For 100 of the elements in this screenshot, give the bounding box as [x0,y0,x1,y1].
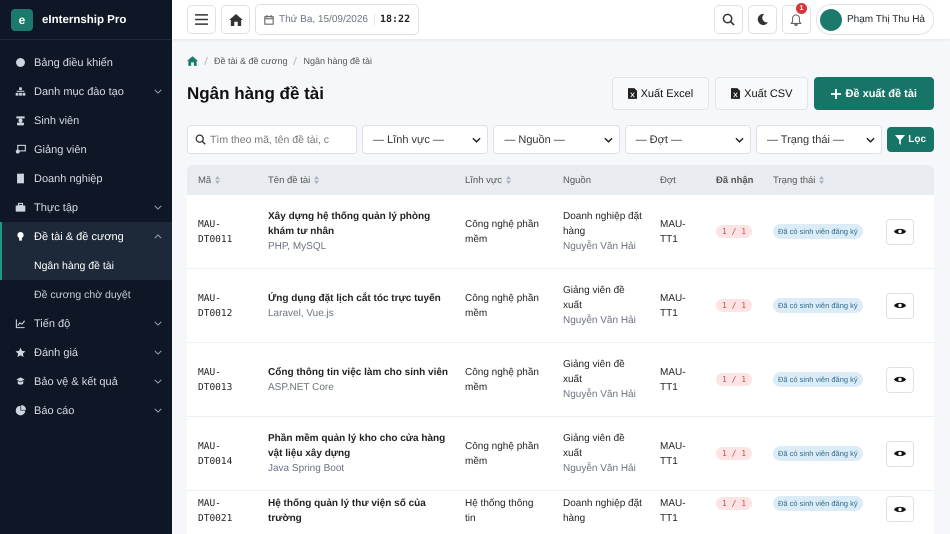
sort-icon [506,176,511,184]
eye-icon [894,375,906,384]
app-name: eInternship Pro [42,14,126,26]
topic-field: Công nghệ phần mềm [465,440,539,466]
view-button[interactable] [886,366,914,392]
received-count: 1 / 1 [716,447,752,460]
batch-code: MAU-TT1 [660,498,686,524]
home-button[interactable] [221,5,250,34]
lecturer-name: Nguyễn Văn Hải [563,387,637,402]
lecturer-name: Nguyễn Văn Hải [563,313,637,328]
filter-dropdown[interactable]: — Lĩnh vực — [362,125,488,154]
sort-icon [314,176,320,184]
topic-technology: ASP.NET Core [268,380,335,394]
search-field[interactable]: Tìm theo mã, tên đề tài, c [187,125,357,154]
file-icon [628,88,637,99]
chevron-up-icon [154,234,162,239]
sidebar-item[interactable]: Đánh giá [0,338,172,367]
breadcrumb-item: Ngân hàng đề tài [303,56,372,66]
topic-field: Công nghệ phần mềm [465,218,539,244]
view-button[interactable] [886,292,914,318]
column-header: Đã nhận [716,174,754,186]
received-count: 1 / 1 [716,373,752,386]
avatar-icon [820,8,842,30]
file-icon [731,88,740,99]
pie-icon [15,405,26,416]
filter-dropdown[interactable]: — Nguồn — [493,125,620,154]
home-icon [187,56,198,66]
sidebar-item[interactable]: Sinh viên [0,106,172,135]
menu-button[interactable] [187,5,216,34]
date-text: Thứ Ba, 15/09/2026 [279,14,375,25]
filter-dropdown[interactable]: — Trạng thái — [756,125,882,154]
topic-title: Cổng thông tin việc làm cho sinh viên [268,366,448,380]
propose-topic-button[interactable]: Đề xuất đề tài [814,77,934,110]
column-header[interactable]: Lĩnh vực [465,174,511,186]
search-button[interactable] [714,5,743,34]
sidebar-item[interactable]: Đề tài & đề cương [0,222,172,251]
received-count: 1 / 1 [716,497,752,510]
received-count: 1 / 1 [716,299,752,312]
chevron-down-icon [154,379,162,384]
topic-code: MAU-DT0013 [198,366,234,394]
topic-source: Giảng viên đề xuất [563,432,626,461]
topic-technology: Laravel, Vue.js [268,306,335,320]
calendar-icon [264,14,274,24]
time-text: 18:22 [380,14,410,25]
eye-icon [894,449,906,458]
home-icon [228,14,242,26]
sidebar-item[interactable]: Báo cáo [0,396,172,425]
export-csv-button[interactable]: Xuất CSV [715,77,808,110]
sidebar-subitem[interactable]: Đề cương chờ duyệt [0,280,172,309]
eye-icon [894,227,906,236]
topic-code: MAU-DT0011 [198,218,234,246]
case-icon [15,202,26,213]
sitemap-icon [15,86,26,97]
lecturer-name: Nguyễn Văn Hải [563,239,637,254]
topic-technology: Java Spring Boot [268,462,346,476]
sort-icon [215,176,220,184]
filter-dropdown[interactable]: — Đợt — [624,125,751,154]
batch-code: MAU-TT1 [660,440,686,466]
chevron-down-icon [154,89,162,94]
chevron-down-icon [472,136,482,142]
sidebar-item[interactable]: Bảng điều khiển [0,48,172,77]
sidebar-item[interactable]: Bảo vệ & kết quả [0,367,172,396]
moon-icon [756,13,769,26]
breadcrumb-separator [204,57,208,65]
export-excel-button[interactable]: Xuất Excel [612,77,710,110]
column-header[interactable]: Trạng thái [773,174,824,186]
plus-icon [831,88,842,98]
dark-mode-button[interactable] [748,5,777,34]
chevron-down-icon [154,350,162,355]
column-header[interactable]: Mã [198,174,220,186]
filter-button[interactable]: Lọc [887,127,934,152]
topic-title: Hệ thống quản lý thư viện số của trường [268,497,427,526]
breadcrumb-item[interactable]: Đề tài & đề cương [214,56,288,66]
breadcrumb-separator [293,57,298,65]
topic-title: Ứng dụng đặt lịch cắt tóc trực tuyến [268,291,442,306]
sidebar-item[interactable]: Doanh nghiệp [0,164,172,193]
search-icon [722,13,735,26]
topic-field: Hệ thống thông tin [465,498,534,524]
funnel-icon [895,134,906,144]
chart-icon [15,318,26,329]
sidebar-subitem[interactable]: Ngân hàng đề tài [0,251,172,280]
view-button[interactable] [886,440,914,466]
topic-field: Công nghệ phần mềm [465,366,539,392]
view-button[interactable] [886,496,914,522]
chevron-down-icon [866,136,876,142]
chevron-down-icon [154,205,162,210]
topic-source: Giảng viên đề xuất [563,284,626,313]
sidebar-item[interactable]: Thực tập [0,193,172,222]
batch-code: MAU-TT1 [660,366,686,392]
lecturer-name: Nguyễn Văn Hải [563,461,637,476]
sidebar-item[interactable]: Giảng viên [0,135,172,164]
bell-icon [790,14,802,26]
view-button[interactable] [886,218,914,244]
chevron-down-icon [154,408,162,413]
sidebar-item[interactable]: Danh mục đào tạo [0,77,172,106]
eye-icon [894,504,906,514]
user-menu[interactable]: Phạm Thị Thu Hà [816,4,934,35]
sidebar-item[interactable]: Tiến độ [0,309,172,338]
sort-icon [819,176,824,184]
column-header[interactable]: Tên đề tài [268,174,320,186]
